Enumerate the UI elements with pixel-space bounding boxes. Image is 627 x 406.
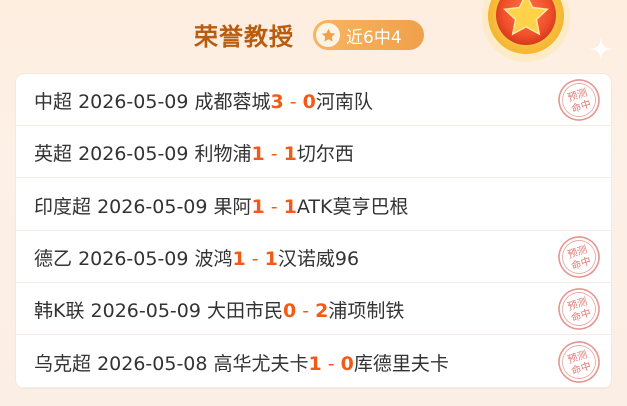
- match-date: 2026-05-09: [90, 300, 201, 322]
- home-score: 1: [308, 353, 322, 375]
- prediction-hit-stamp: 预测命中: [558, 236, 600, 278]
- home-team: 利物浦: [194, 143, 252, 165]
- score-separator: -: [251, 248, 259, 270]
- home-score: 1: [251, 143, 265, 165]
- home-team: 成都蓉城: [194, 91, 271, 113]
- away-team: ATK莫亨巴根: [296, 196, 409, 218]
- away-score: 1: [283, 196, 297, 218]
- match-text: 德乙 2026-05-09 波鸿1-1汉诺威96: [34, 244, 359, 271]
- record-text: 近6中4: [346, 27, 402, 48]
- match-text: 印度超 2026-05-09 果阿1-1ATK莫亨巴根: [34, 192, 408, 219]
- record-badge: 近6中4: [313, 20, 424, 50]
- league-name: 德乙: [34, 248, 73, 270]
- league-name: 中超: [34, 91, 73, 113]
- match-row[interactable]: 英超 2026-05-09 利物浦1-1切尔西: [16, 126, 611, 178]
- away-score: 1: [283, 143, 297, 165]
- away-team: 浦项制铁: [328, 300, 405, 322]
- sparkle-icon: [589, 37, 613, 61]
- away-team: 库德里夫卡: [353, 353, 449, 375]
- match-date: 2026-05-08: [97, 353, 208, 375]
- away-score: 2: [315, 300, 329, 322]
- medal-star-icon: [482, 0, 570, 62]
- league-name: 韩K联: [34, 300, 85, 322]
- score-separator: -: [327, 353, 335, 375]
- match-text: 乌克超 2026-05-08 高华尤夫卡1-0库德里夫卡: [34, 349, 449, 376]
- home-score: 1: [251, 196, 265, 218]
- home-team: 果阿: [213, 196, 252, 218]
- match-date: 2026-05-09: [78, 91, 189, 113]
- score-separator: -: [270, 143, 278, 165]
- away-score: 0: [302, 91, 316, 113]
- match-row[interactable]: 中超 2026-05-09 成都蓉城3-0河南队 预测 命中: [16, 74, 611, 126]
- match-text: 英超 2026-05-09 利物浦1-1切尔西: [34, 139, 354, 166]
- match-list: 中超 2026-05-09 成都蓉城3-0河南队 预测 命中 英超 2026-05-0…: [16, 74, 611, 388]
- home-score: 1: [232, 248, 246, 270]
- match-text: 韩K联 2026-05-09 大田市民0-2浦项制铁: [34, 296, 404, 323]
- away-score: 0: [340, 353, 354, 375]
- match-row[interactable]: 德乙 2026-05-09 波鸿1-1汉诺威96 预测 命中: [16, 231, 611, 283]
- home-team: 高华尤夫卡: [213, 353, 309, 375]
- score-separator: -: [289, 91, 297, 113]
- home-score: 0: [283, 300, 297, 322]
- home-team: 波鸿: [194, 248, 233, 270]
- match-row[interactable]: 韩K联 2026-05-09 大田市民0-2浦项制铁 预测 命中: [16, 283, 611, 335]
- match-date: 2026-05-09: [78, 143, 189, 165]
- away-team: 切尔西: [296, 143, 354, 165]
- league-name: 印度超: [34, 196, 92, 218]
- match-row[interactable]: 乌克超 2026-05-08 高华尤夫卡1-0库德里夫卡 预测 命中: [16, 336, 611, 388]
- league-name: 英超: [34, 143, 73, 165]
- star-icon: [316, 23, 340, 47]
- away-team: 汉诺威96: [277, 248, 360, 270]
- prediction-hit-stamp: 预测命中: [558, 341, 600, 383]
- home-score: 3: [270, 91, 284, 113]
- away-team: 河南队: [315, 91, 373, 113]
- prediction-hit-stamp: 预测命中: [558, 288, 600, 330]
- expert-title: 荣誉教授: [194, 23, 294, 51]
- score-separator: -: [302, 300, 310, 322]
- match-row[interactable]: 印度超 2026-05-09 果阿1-1ATK莫亨巴根: [16, 179, 611, 231]
- prediction-hit-stamp: 预测命中: [558, 79, 600, 121]
- league-name: 乌克超: [34, 353, 92, 375]
- match-text: 中超 2026-05-09 成都蓉城3-0河南队: [34, 87, 373, 114]
- expert-header: 荣誉教授 近6中4: [0, 0, 627, 72]
- match-date: 2026-05-09: [78, 248, 189, 270]
- home-team: 大田市民: [206, 300, 283, 322]
- score-separator: -: [270, 196, 278, 218]
- match-date: 2026-05-09: [97, 196, 208, 218]
- away-score: 1: [264, 248, 278, 270]
